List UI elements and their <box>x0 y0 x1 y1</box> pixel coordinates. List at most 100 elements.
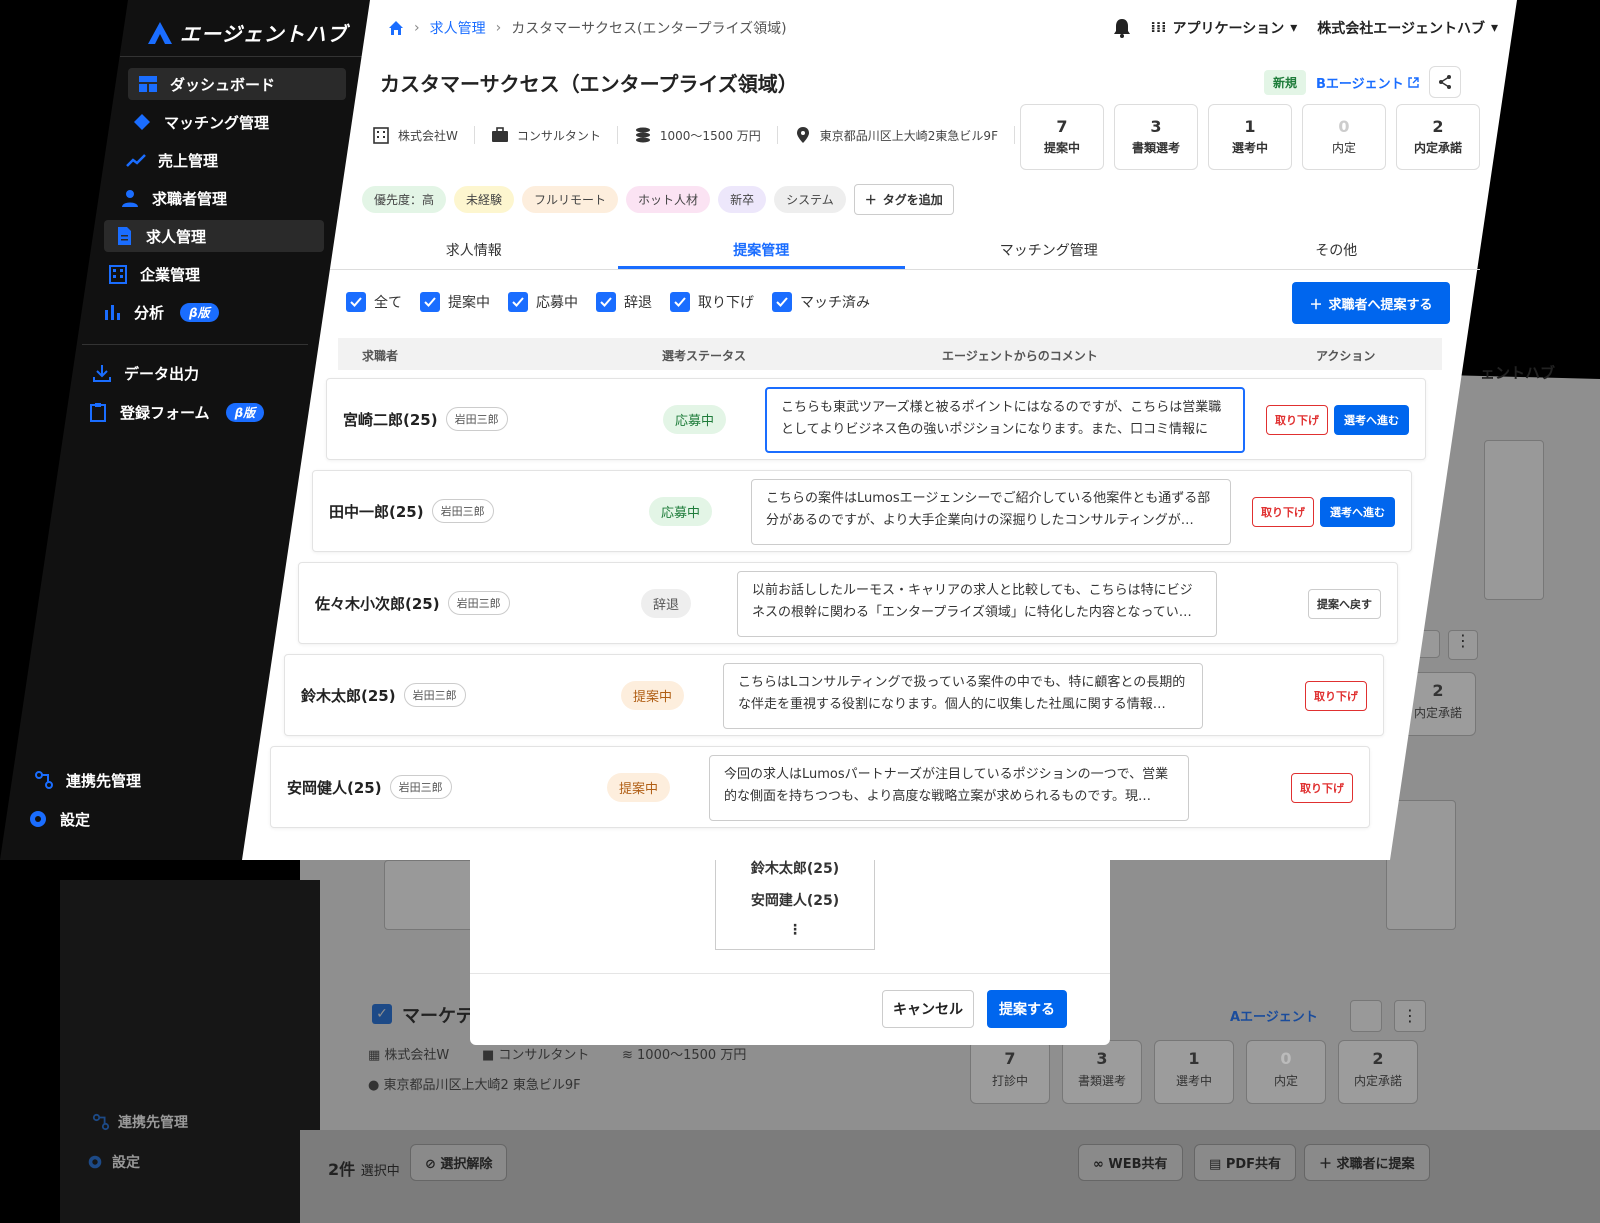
sidebar-item-sales[interactable]: 売上管理 <box>116 144 218 176</box>
candidate-name[interactable]: 安岡健人(25) 岩田三郎 <box>287 775 452 799</box>
home-icon[interactable] <box>388 20 404 36</box>
plus-icon: ＋ <box>1309 297 1323 313</box>
bar-chart-icon <box>105 305 120 320</box>
company-info: 株式会社W <box>372 126 475 144</box>
apps-menu[interactable]: ⁞⁞⁞ アプリケーション ▾ <box>1151 18 1298 38</box>
chevron-right-icon: › <box>414 20 420 36</box>
withdraw-button[interactable]: 取り下げ <box>1291 773 1353 803</box>
company-menu[interactable]: 株式会社エージェントハブ ▾ <box>1317 18 1498 38</box>
owner-badge: 岩田三郎 <box>403 683 466 707</box>
table-row[interactable]: 宮崎二郎(25) 岩田三郎 応募中 こちらも東武ツアーズ様と被るポイントにはなるの… <box>326 378 1426 460</box>
grid-icon: ⁞⁞⁞ <box>1150 20 1167 36</box>
more-icon[interactable]: ⋮ <box>716 922 874 938</box>
app-logo[interactable]: エージェントハブ <box>148 18 348 47</box>
filter-applied[interactable]: 応募中 <box>508 292 578 312</box>
breadcrumb: › 求人管理 › カスタマーサクセス(エンタープライズ領域) <box>388 18 787 38</box>
background-sidebar-item-settings: 設定 <box>86 1152 140 1172</box>
building-icon <box>109 265 127 284</box>
filter-all[interactable]: 全て <box>346 292 402 312</box>
tag-hot: ホット人材 <box>626 186 711 213</box>
background-sidebar-item-links: 連携先管理 <box>92 1112 188 1132</box>
table-row[interactable]: 鈴木太郎(25) 岩田三郎 提案中 こちらはLコンサルティングで扱っている案件の中… <box>284 654 1384 736</box>
advance-button[interactable]: 選考へ進む <box>1320 497 1395 527</box>
filter-withdrawn[interactable]: 取り下げ <box>670 292 754 312</box>
background-selection-bar: 2件 選択中 ⊘ 選択解除 ∞ WEB共有 ▤ PDF共有 ＋ 求職者に提案 <box>300 1130 1600 1223</box>
category-info: コンサルタント <box>475 126 618 144</box>
row-actions: 取り下げ <box>1305 681 1367 711</box>
filter-matched[interactable]: マッチ済み <box>772 292 870 312</box>
sidebar-item-dashboard[interactable]: ダッシュボード <box>128 68 346 100</box>
share-button[interactable] <box>1428 66 1461 98</box>
background-checkbox: ✓ <box>372 1004 392 1024</box>
withdraw-button[interactable]: 取り下げ <box>1305 681 1367 711</box>
cancel-button[interactable]: キャンセル <box>882 990 974 1028</box>
comment-field[interactable]: こちらも東武ツアーズ様と被るポイントにはなるのですが、こちらは営業職としてよりビ… <box>765 387 1245 453</box>
breadcrumb-section[interactable]: 求人管理 <box>430 18 486 38</box>
topbar: › 求人管理 › カスタマーサクセス(エンタープライズ領域) ⁞⁞⁞ アプリケー… <box>388 18 1498 42</box>
column-header: 選考ステータス <box>662 349 747 363</box>
bell-icon[interactable] <box>1113 18 1131 38</box>
agent-link[interactable]: Bエージェント <box>1316 73 1419 92</box>
comment-field[interactable]: 以前お話ししたルーモス・キャリアの求人と比較しても、こちらは特にビジネスの根幹に… <box>737 571 1217 637</box>
briefcase-icon <box>491 127 508 142</box>
stat-offer-accepted[interactable]: 2 内定承諾 <box>1396 104 1480 170</box>
candidate-name[interactable]: 宮崎二郎(25) 岩田三郎 <box>343 407 508 431</box>
background-company: ▦ 株式会社W <box>368 1048 450 1063</box>
clear-selection-button: ⊘ 選択解除 <box>410 1144 508 1181</box>
sidebar-item-links[interactable]: 連携先管理 <box>24 764 141 796</box>
sidebar-item-export[interactable]: データ出力 <box>82 357 199 389</box>
filter-proposing[interactable]: 提案中 <box>420 292 490 312</box>
withdraw-button[interactable]: 取り下げ <box>1252 497 1314 527</box>
tab-matching[interactable]: マッチング管理 <box>905 232 1193 269</box>
sidebar-item-settings[interactable]: 設定 <box>18 803 90 835</box>
column-header: 求職者 <box>362 349 399 363</box>
table-row[interactable]: 安岡健人(25) 岩田三郎 提案中 今回の求人はLumosパートナーズが注目してい… <box>270 746 1370 828</box>
sidebar-item-matching[interactable]: マッチング管理 <box>122 106 269 138</box>
owner-badge: 岩田三郎 <box>445 407 508 431</box>
comment-field[interactable]: 今回の求人はLumosパートナーズが注目しているポジションの一つで、営業的な側面… <box>709 755 1189 821</box>
comment-field[interactable]: こちらの案件はLumosエージェンシーでご紹介している他案件とも通ずる部分がある… <box>751 479 1231 545</box>
tab-other[interactable]: その他 <box>1193 232 1481 269</box>
tab-proposals[interactable]: 提案管理 <box>617 232 905 269</box>
sidebar-item-analytics[interactable]: 分析 β版 <box>92 296 219 328</box>
column-header: アクション <box>1316 349 1376 363</box>
candidate-name[interactable]: 佐々木小次郎(25) 岩田三郎 <box>315 591 510 615</box>
location-info: 東京都品川区上大崎2東急ビル9F <box>778 126 1015 144</box>
checkbox-checked-icon <box>420 292 440 312</box>
filter-declined[interactable]: 辞退 <box>596 292 652 312</box>
table-row[interactable]: 田中一郎(25) 岩田三郎 応募中 こちらの案件はLumosエージェンシーでご紹介… <box>312 470 1412 552</box>
list-item: 鈴木太郎(25) <box>750 861 840 877</box>
background-share-button <box>1350 1000 1382 1032</box>
background-agent-link: Aエージェント <box>1230 1010 1318 1025</box>
propose-to-candidate-button[interactable]: ＋ 求職者へ提案する <box>1292 282 1450 324</box>
add-tag-button[interactable]: ＋ タグを追加 <box>853 184 954 215</box>
stat-document-screening[interactable]: 3 書類選考 <box>1114 104 1198 170</box>
sidebar-item-forms[interactable]: 登録フォーム β版 <box>78 396 265 428</box>
advance-button[interactable]: 選考へ進む <box>1334 405 1409 435</box>
candidate-name[interactable]: 田中一郎(25) 岩田三郎 <box>329 499 494 523</box>
sidebar-item-companies[interactable]: 企業管理 <box>98 258 200 290</box>
background-company-menu: ェントハブ <box>1480 364 1556 382</box>
return-to-proposal-button[interactable]: 提案へ戻す <box>1308 589 1381 619</box>
sidebar-item-jobs[interactable]: 求人管理 <box>104 220 324 252</box>
tab-job-info[interactable]: 求人情報 <box>330 232 618 269</box>
submit-proposal-button[interactable]: 提案する <box>987 990 1067 1028</box>
status-badge: 提案中 <box>607 773 671 802</box>
comment-field[interactable]: こちらはLコンサルティングで扱っている案件の中でも、特に顧客との長期的な伴走を重… <box>723 663 1203 729</box>
caret-down-icon: ▾ <box>1290 20 1298 36</box>
candidate-name[interactable]: 鈴木太郎(25) 岩田三郎 <box>301 683 466 707</box>
logo-icon <box>148 21 172 44</box>
tag-new-grad: 新卒 <box>718 186 767 213</box>
status-badge: 新規 <box>1264 69 1307 95</box>
table-row[interactable]: 佐々木小次郎(25) 岩田三郎 辞退 以前お話ししたルーモス・キャリアの求人と比較… <box>298 562 1398 644</box>
background-stat: 3 書類選考 <box>1062 1040 1142 1104</box>
stat-proposing[interactable]: 7 提案中 <box>1020 104 1104 170</box>
chevron-right-icon: › <box>495 20 502 36</box>
status-filters: 全て 提案中 応募中 辞退 取り下げ マッチ済み <box>346 292 870 312</box>
stat-offer[interactable]: 0 内定 <box>1302 104 1386 170</box>
stat-in-selection[interactable]: 1 選考中 <box>1208 104 1292 170</box>
sidebar-item-candidates[interactable]: 求職者管理 <box>110 182 227 214</box>
withdraw-button[interactable]: 取り下げ <box>1266 405 1328 435</box>
row-actions: 取り下げ 選考へ進む <box>1252 497 1395 527</box>
document-icon <box>118 227 131 245</box>
